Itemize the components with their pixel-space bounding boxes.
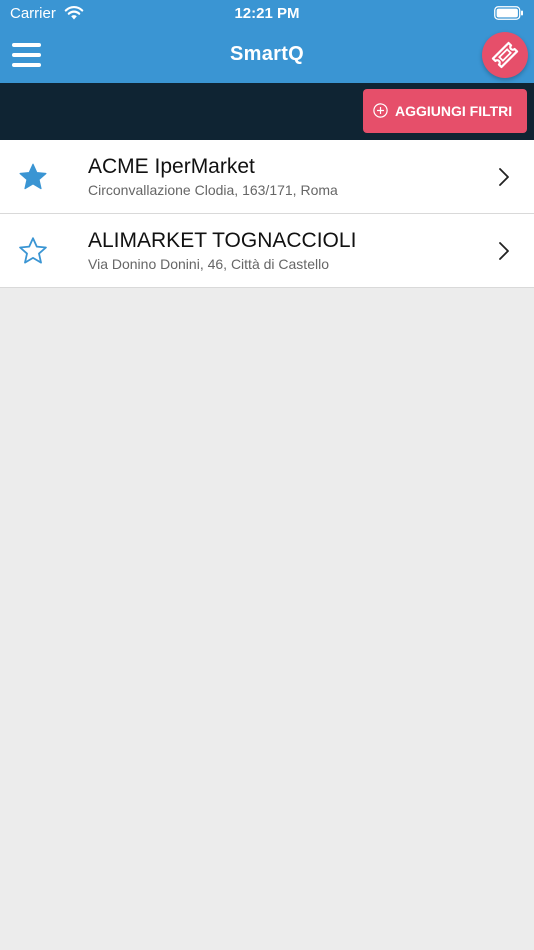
page-title: SmartQ [229,43,305,65]
list-item-store-acme[interactable]: ACME IperMarket Circonvallazione Clodia,… [0,140,534,214]
add-filter-button[interactable]: AGGIUNGI FILTRI [363,89,527,133]
star-outline-icon[interactable] [18,236,48,266]
app-header: Carrier 12:21 PM SmartQ [0,0,534,83]
chevron-right-icon [499,168,509,186]
ticket-button[interactable] [482,32,528,78]
store-address: Via Donino Donini, 46, Città di Castello [88,256,329,272]
chevron-right-icon [499,242,509,260]
status-time: 12:21 PM [234,5,300,22]
plus-circle-icon [373,103,388,118]
filter-bar: AGGIUNGI FILTRI [0,83,534,140]
list-item-store-alimarket[interactable]: ALIMARKET TOGNACCIOLI Via Donino Donini,… [0,214,534,288]
store-name: ALIMARKET TOGNACCIOLI [88,229,357,252]
store-list: ACME IperMarket Circonvallazione Clodia,… [0,140,534,288]
store-address: Circonvallazione Clodia, 163/171, Roma [88,182,338,198]
ticket-icon [491,41,519,69]
battery-icon [494,6,523,20]
add-filter-label: AGGIUNGI FILTRI [395,103,513,119]
star-filled-icon[interactable] [18,162,48,192]
status-bar: Carrier 12:21 PM [0,0,534,28]
store-name: ACME IperMarket [88,155,255,178]
